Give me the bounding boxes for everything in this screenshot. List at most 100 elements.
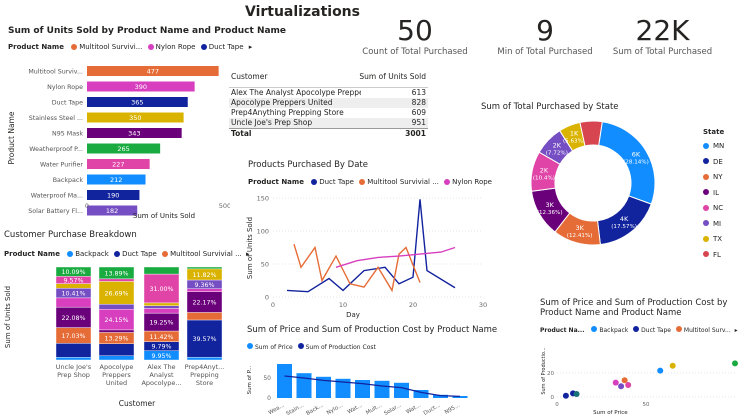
stacked-legend-item[interactable]: Duct Tape [111, 250, 157, 258]
combo-y-tick-label: 0 [267, 395, 271, 402]
scatter-x-tick-label: 50 [643, 402, 650, 408]
combo-legend-item[interactable]: Sum of Price [247, 343, 293, 351]
bar-chart[interactable]: Product Name Multitool Surviv... 477 Nylon … [0, 58, 230, 223]
bar-data-label: 390 [135, 83, 147, 91]
state-legend-item[interactable]: NC [703, 204, 724, 220]
stacked-category-label: Uncle Joe's [56, 363, 92, 371]
scatter-x-axis-label: Sum of Price [593, 410, 628, 415]
combo-chart-legend: Sum of Price Sum of Production Cost [247, 343, 376, 351]
combo-chart[interactable]: Sum of P... 50 0Wea... Stain... Back... Nylo.… [243, 352, 503, 415]
state-legend: State MN DE NY IL NC MI TX FL [703, 128, 724, 266]
stacked-legend-item[interactable]: Backpack [64, 250, 109, 258]
stacked-category-label: Prep4Anyt... [185, 363, 225, 371]
line-x-tick-label: 0 [271, 301, 275, 309]
state-legend-item[interactable]: MI [703, 220, 724, 236]
scatter-point [573, 391, 580, 397]
stacked-data-label: 10.09% [61, 269, 85, 276]
donut-data-label: (12.36%) [537, 210, 563, 216]
customer-table[interactable]: Customer Sum of Units Sold Alex The Anal… [229, 72, 428, 138]
line-chart[interactable]: 0 50 100 150 0 10 20 30 Sum of Units Sold Day [243, 190, 493, 320]
line-x-tick-label: 10 [339, 301, 347, 309]
stacked-category-label: Prep Shop [57, 371, 90, 379]
state-legend-item[interactable]: DE [703, 158, 724, 174]
legend-dot-icon [147, 43, 154, 50]
kpi-min-value: 9 [536, 14, 554, 47]
stacked-segment [55, 357, 92, 361]
table-cell-customer: Apocolype Preppers United [231, 98, 333, 107]
state-legend-item[interactable]: MN [703, 142, 724, 158]
scatter-legend-item[interactable]: Backpack [588, 326, 628, 334]
legend-dot-icon [200, 43, 207, 50]
state-legend-item[interactable]: FL [703, 251, 724, 267]
line-y-tick-label: 100 [257, 228, 269, 236]
table-header-customer[interactable]: Customer [231, 72, 361, 82]
table-row[interactable]: Prep4Anything Prepping Store 609 [229, 108, 428, 118]
state-legend-label: MN [713, 142, 725, 150]
state-legend-item[interactable]: NY [703, 173, 724, 189]
bar-data-label: 350 [129, 114, 141, 122]
legend-scroll-icon[interactable]: ▸ [249, 43, 253, 51]
legend-scroll-icon[interactable]: ▸ [735, 327, 738, 334]
stacked-data-label: 39.57% [192, 336, 216, 343]
bar-data-label: 343 [128, 130, 140, 138]
bar-legend-item[interactable]: Multitool Survivi... [68, 43, 142, 51]
legend-scroll-icon[interactable]: ▸ [246, 250, 250, 258]
legend-dot-icon [297, 343, 304, 349]
combo-category-label: Mult... [365, 402, 383, 415]
stacked-category-label: Prepping [190, 371, 219, 379]
stacked-data-label: 9.95% [151, 353, 171, 360]
table-row[interactable]: Uncle Joe's Prep Shop 951 [229, 118, 428, 128]
table-row[interactable]: Apocolype Preppers United 828 [229, 98, 428, 108]
bar-category-label: Multitool Surviv... [28, 69, 83, 76]
scatter-y-tick-label: 0 [551, 395, 555, 401]
legend-dot-icon [633, 326, 640, 332]
bar-legend-item[interactable]: Nylon Rope [145, 43, 195, 51]
line-series [335, 246, 456, 268]
donut-chart[interactable]: 6K(28.14%)4K(17.57%)3K(12.41%)3K(12.36%)… [505, 113, 695, 253]
scatter-legend-item[interactable]: Duct Tape [630, 326, 671, 334]
bar-tick-label: 0 [85, 202, 89, 210]
kpi-sum-value: 22K [635, 14, 690, 47]
line-legend-item[interactable]: Multitool Survivial ... [356, 178, 439, 186]
stacked-category-label: Preppers [102, 371, 131, 379]
table-total-row: Total 3001 [229, 128, 428, 138]
stacked-segment [98, 355, 135, 361]
kpi-count-caption: Count of Total Purchased [362, 47, 468, 57]
bar-legend-item[interactable]: Duct Tape [198, 43, 244, 51]
line-legend-item[interactable]: Nylon Rope [441, 178, 492, 186]
combo-bar [394, 382, 409, 398]
stacked-legend-item[interactable]: Multitool Survivial ... [159, 250, 242, 258]
table-cell-customer: Uncle Joe's Prep Shop [231, 118, 313, 127]
kpi-min-card[interactable]: 9 Min of Total Purchased [485, 14, 605, 57]
scatter-y-axis-label: Sum of Productio... [541, 347, 547, 395]
line-x-tick-label: 20 [409, 301, 417, 309]
stacked-data-label: 17.03% [61, 333, 85, 340]
combo-category-label: Nylo... [326, 402, 344, 415]
scatter-chart-legend: Product Na... Backpack Duct Tape Multito… [540, 326, 738, 334]
table-header-units[interactable]: Sum of Units Sold [359, 72, 426, 82]
legend-dot-icon [703, 173, 709, 180]
table-cell-units: 951 [411, 118, 426, 127]
stacked-data-label: 11.42% [149, 334, 173, 341]
line-legend-item[interactable]: Duct Tape [308, 178, 354, 186]
stacked-category-label: Analyst [149, 371, 174, 379]
scatter-x-tick-label: 0 [555, 402, 559, 408]
table-row[interactable]: Alex The Analyst Apocolype Preppers 613 [229, 88, 428, 98]
kpi-sum-card[interactable]: 22K Sum of Total Purchased [600, 14, 725, 57]
stacked-chart[interactable]: Sum of Units Sold 17.03% 22.08% 10.41% 9.57%… [0, 262, 240, 415]
line-chart-legend: Product Name Duct Tape Multitool Survivi… [248, 178, 492, 186]
state-legend-item[interactable]: TX [703, 235, 724, 251]
combo-category-label: Wat... [347, 402, 364, 415]
donut-data-label: 3K [575, 224, 584, 232]
state-legend-item[interactable]: IL [703, 189, 724, 205]
scatter-legend-item[interactable]: Multitool Surv... [673, 326, 731, 334]
kpi-count-card[interactable]: 50 Count of Total Purchased [355, 14, 475, 57]
stacked-data-label: 9.57% [63, 277, 83, 284]
legend-dot-icon [359, 178, 366, 185]
scatter-chart-title: Sum of Price and Sum of Production Cost … [540, 298, 728, 318]
scatter-chart[interactable]: 20 00 50 Sum of Productio... Sum of Price [537, 335, 740, 415]
stacked-segment [98, 329, 135, 333]
combo-legend-item[interactable]: Sum of Production Cost [295, 343, 376, 351]
stacked-category-label: Apocolype... [141, 379, 181, 387]
combo-y-axis-label: Sum of P... [247, 365, 253, 394]
